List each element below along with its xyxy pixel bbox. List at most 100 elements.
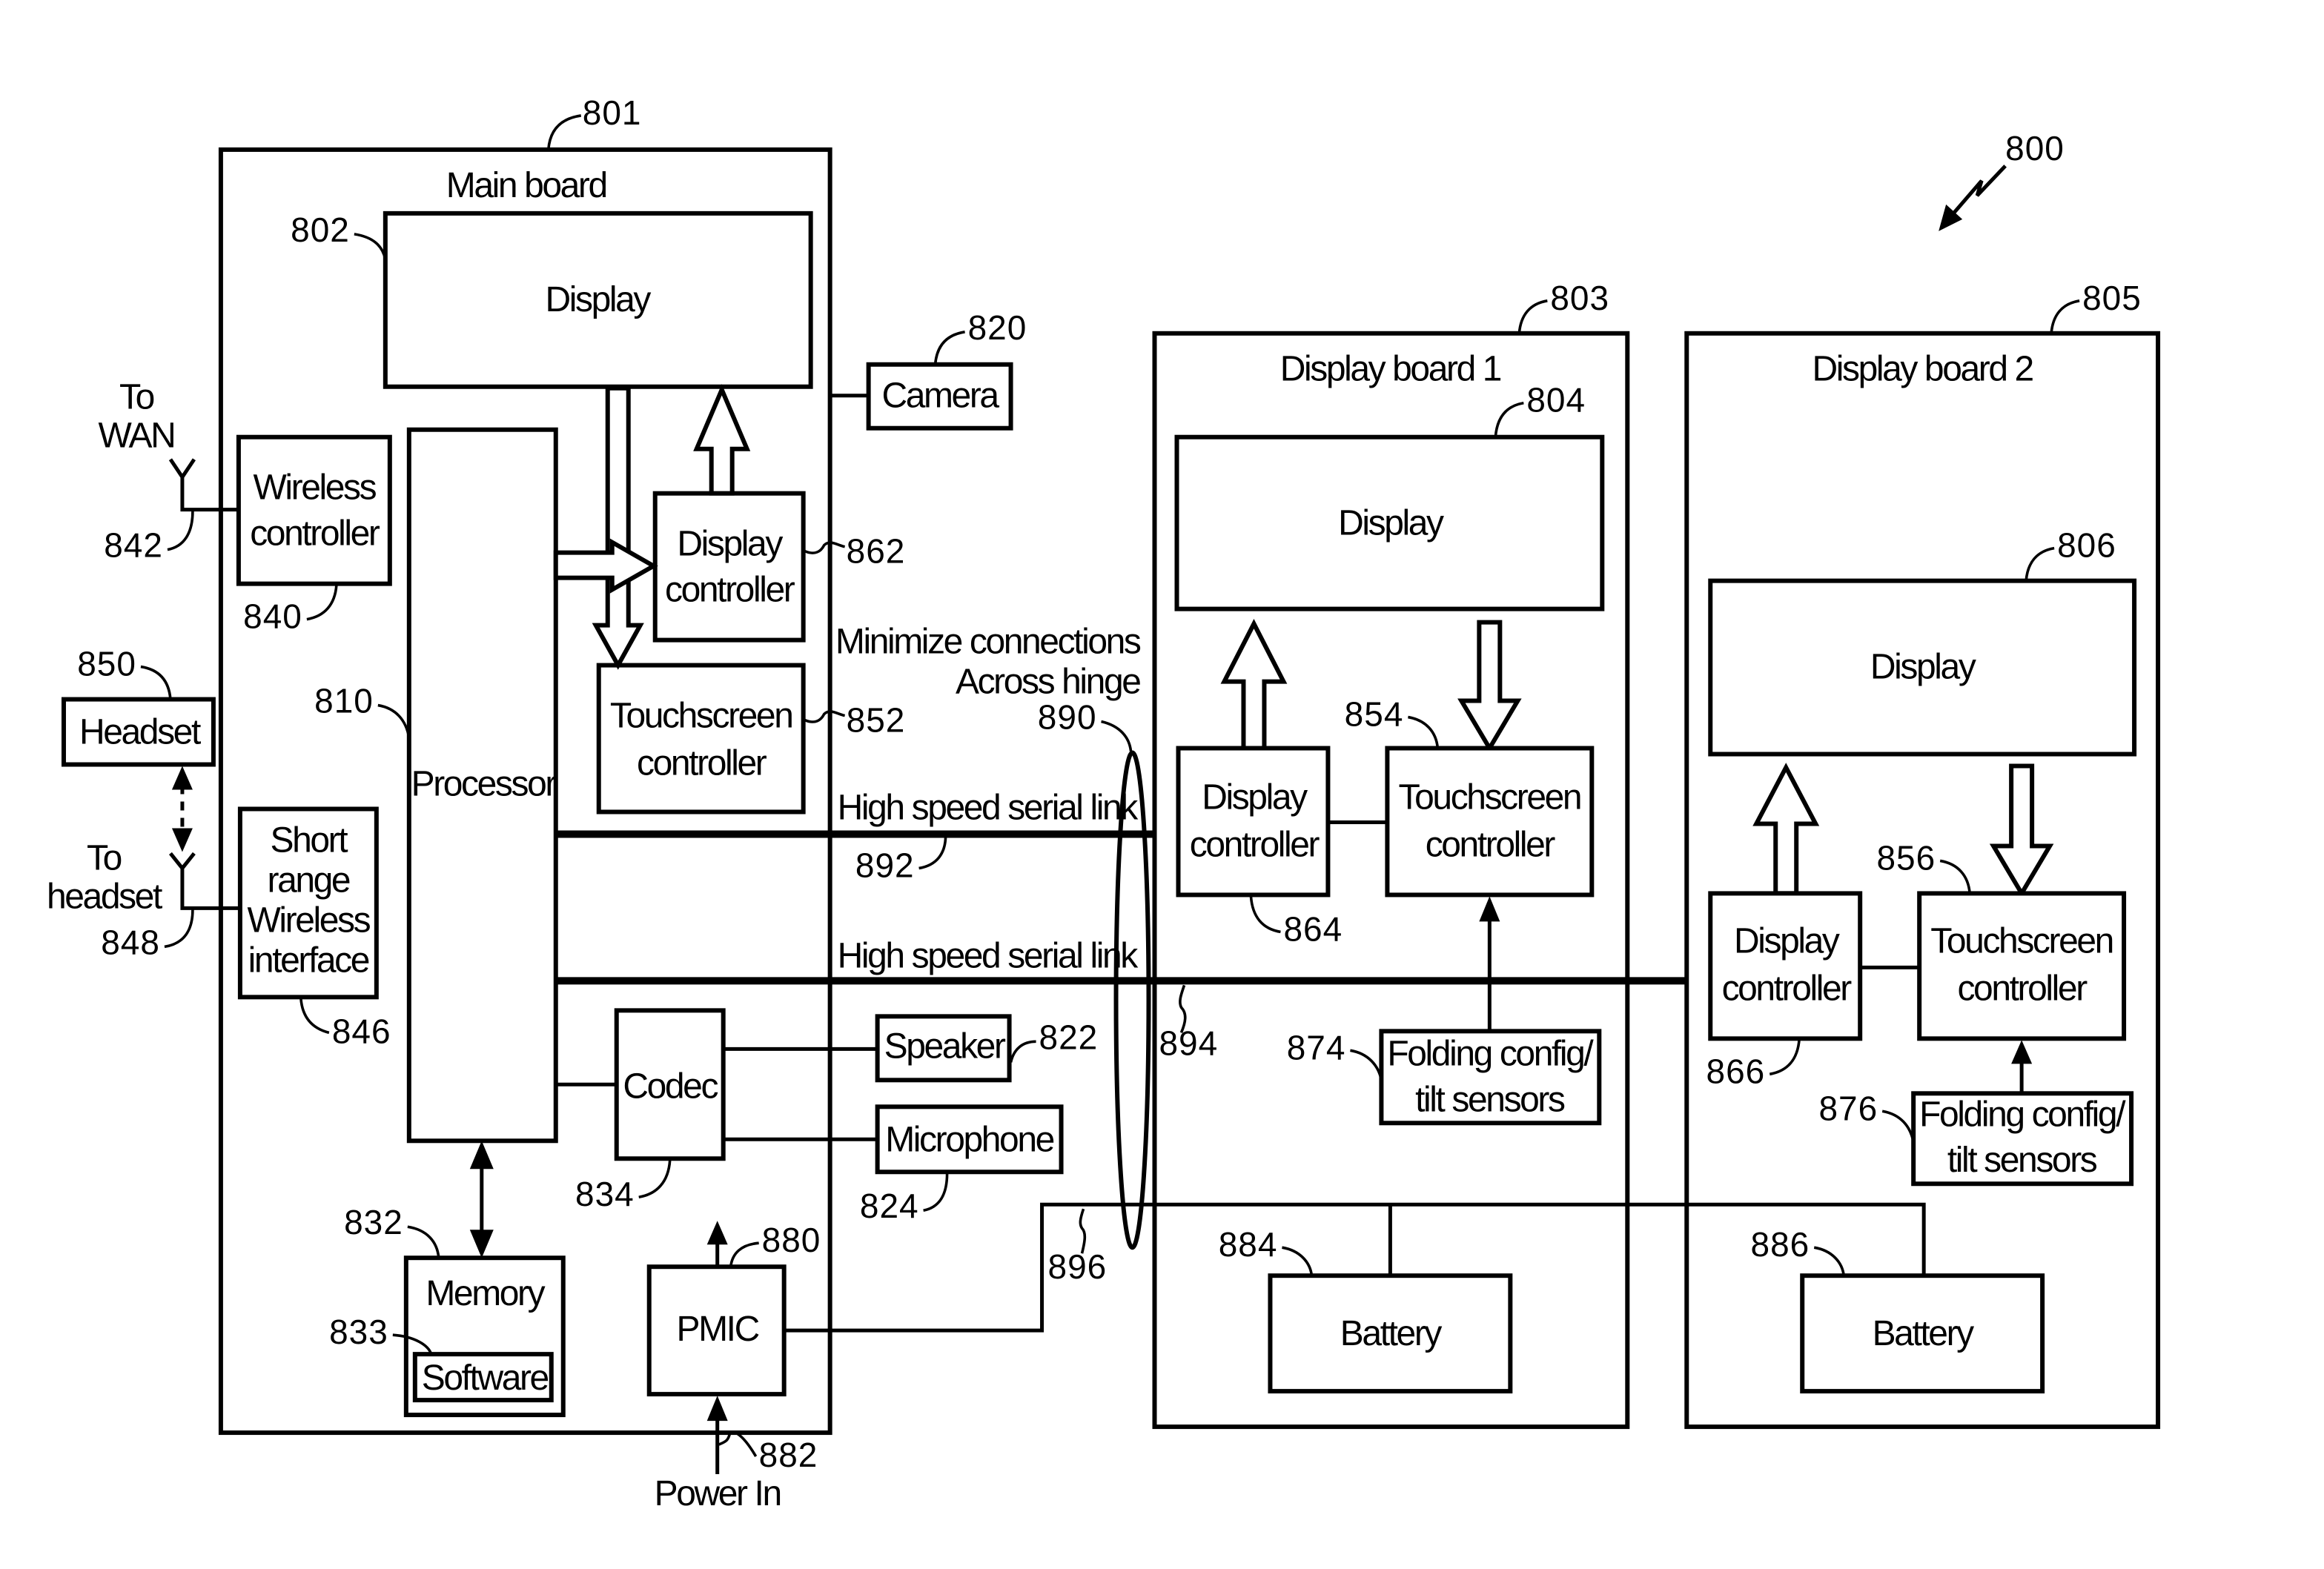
leader-line — [1939, 859, 1971, 894]
sensors1-line1: Folding config/ — [1387, 1034, 1594, 1073]
dc1-line2: controller — [1190, 825, 1320, 864]
arrowhead-down-icon — [171, 828, 193, 852]
leader-line — [377, 703, 411, 738]
leader-line — [2025, 546, 2055, 581]
software-ref: 833 — [329, 1313, 388, 1351]
dc1-line1: Display — [1202, 777, 1308, 817]
short-range-line1: Short — [271, 820, 348, 860]
display-board-1-ref: 803 — [1550, 279, 1609, 317]
wan-antenna-icon — [168, 458, 239, 512]
wireless-controller-line1: Wireless — [254, 468, 377, 508]
sensors1-ref: 874 — [1287, 1028, 1346, 1067]
leader-line — [2050, 299, 2080, 334]
leader-line — [1494, 401, 1524, 437]
camera-label: Camera — [881, 377, 999, 416]
display-board-1-display-label: Display — [1338, 504, 1444, 543]
leader-line — [1009, 1040, 1036, 1063]
display-board-1-touchscreen-controller[interactable] — [1385, 746, 1595, 898]
arrowhead-up-icon — [706, 1221, 728, 1245]
processor-to-display-controller-arrow-icon — [553, 538, 658, 594]
headset-antenna-icon — [168, 852, 240, 910]
display-to-touchscreen-arrow-icon — [592, 385, 644, 670]
hinge-ref: 890 — [1038, 698, 1097, 737]
leader-line — [546, 114, 582, 150]
leader-line — [1350, 1049, 1383, 1081]
tc2-line2: controller — [1957, 969, 2088, 1008]
leader-line — [306, 585, 338, 621]
leader-line — [729, 1241, 759, 1267]
display-board-2-display-controller[interactable] — [1708, 891, 1863, 1041]
leader-line — [164, 909, 194, 949]
leader-line — [1101, 720, 1133, 752]
memory-ref: 832 — [344, 1203, 403, 1241]
camera-ref: 820 — [968, 308, 1027, 347]
arrowhead-up-icon — [706, 1396, 728, 1422]
leader-line — [1282, 1246, 1314, 1276]
battery1-ref: 884 — [1219, 1225, 1278, 1264]
main-display-controller[interactable] — [652, 491, 806, 643]
main-display-controller-line2: controller — [665, 571, 795, 610]
codec-label: Codec — [623, 1067, 718, 1106]
main-touchscreen-controller-line2: controller — [637, 744, 767, 783]
dc2-ref: 866 — [1706, 1052, 1766, 1090]
display-to-tc2-arrow-icon — [1989, 763, 2054, 898]
leader-line — [804, 541, 846, 554]
serial-link-892-label: High speed serial link — [838, 788, 1139, 827]
main-display-label: Display — [545, 280, 651, 319]
headset-antenna-label-line1: To — [87, 838, 122, 878]
display-board-2-display-label: Display — [1870, 648, 1976, 687]
wan-antenna-ref: 842 — [104, 526, 163, 565]
serial-link-892-ref: 892 — [855, 846, 915, 884]
tc1-line1: Touchscreen — [1399, 777, 1581, 817]
serial-link-894-ref: 894 — [1159, 1024, 1219, 1062]
tc1-line2: controller — [1426, 825, 1556, 864]
power-link-ref: 896 — [1048, 1247, 1108, 1286]
lightning-arrow-icon — [1952, 165, 2007, 215]
wan-label-line2: WAN — [98, 417, 174, 456]
main-board: 801 Main board Display 802 Processor 810… — [47, 93, 906, 1513]
figure-ref-label: 800 — [2005, 129, 2065, 167]
headset-antenna-label-line2: headset — [47, 877, 162, 916]
short-range-line3: Wireless — [248, 900, 371, 940]
wireless-controller-line2: controller — [250, 514, 380, 554]
main-display-controller-ref: 862 — [847, 532, 906, 571]
display-board-1-display-controller[interactable] — [1176, 746, 1331, 898]
display-controller-to-display-arrow-icon — [693, 384, 751, 496]
main-touchscreen-controller-ref: 852 — [847, 701, 906, 740]
pmic-label: PMIC — [677, 1310, 759, 1349]
sensors1-line2: tilt sensors — [1415, 1080, 1565, 1119]
codec-ref: 834 — [575, 1175, 635, 1213]
dc2-line2: controller — [1722, 969, 1853, 1008]
power-in-ref: 882 — [759, 1436, 818, 1474]
serial-link-894-label: High speed serial link — [838, 936, 1139, 975]
hinge-note-line2: Across hinge — [956, 663, 1140, 702]
leader-line — [1249, 896, 1281, 934]
main-display-controller-line1: Display — [677, 525, 783, 564]
figure-reference: 800 — [1939, 129, 2065, 231]
sensors2-line2: tilt sensors — [1947, 1141, 2097, 1180]
processor-label: Processor — [411, 764, 557, 803]
tc1-ref: 854 — [1345, 695, 1404, 734]
main-display-ref: 802 — [291, 210, 350, 249]
leader-line — [299, 998, 330, 1035]
leader-line — [718, 1430, 758, 1457]
sensors2-ref: 876 — [1818, 1089, 1878, 1127]
short-range-ref: 846 — [332, 1012, 391, 1050]
leader-line — [1408, 715, 1440, 749]
arrowhead-down-icon — [469, 1230, 494, 1258]
leader-line — [354, 233, 387, 260]
headset-antenna-ref: 848 — [101, 923, 160, 961]
hinge-note-line1: Minimize connections — [835, 623, 1141, 662]
sensors2-line1: Folding config/ — [1919, 1095, 2126, 1134]
arrowhead-up-icon — [2011, 1040, 2033, 1064]
wireless-controller[interactable] — [236, 434, 392, 586]
headset-label: Headset — [79, 713, 201, 752]
wireless-controller-ref: 840 — [243, 597, 302, 636]
main-touchscreen-controller[interactable] — [596, 663, 806, 815]
display-board-2-touchscreen-controller[interactable] — [1917, 891, 2127, 1041]
speaker-label: Speaker — [884, 1026, 1006, 1066]
battery2-ref: 886 — [1751, 1225, 1810, 1264]
tc2-line1: Touchscreen — [1930, 921, 2113, 961]
block-diagram: 800 801 Main board Display 802 Processor… — [47, 93, 2161, 1513]
wan-label-line1: To — [119, 378, 154, 417]
